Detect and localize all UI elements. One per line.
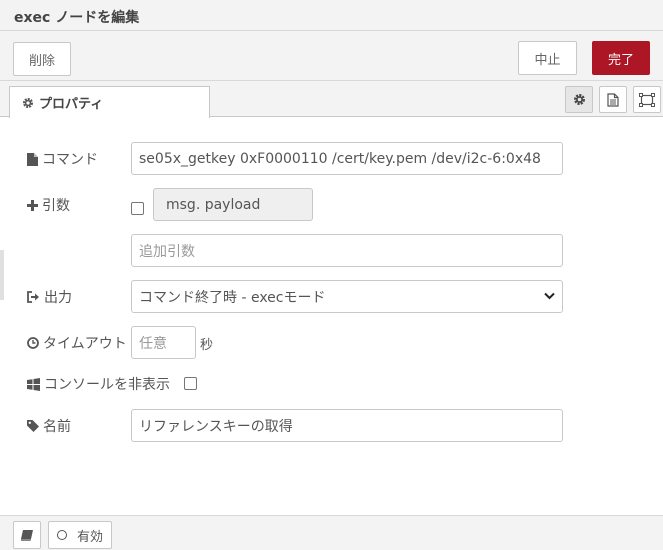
append-payload-checkbox[interactable]	[131, 202, 144, 215]
command-input[interactable]: se05x_getkey 0xF0000110 /cert/key.pem /d…	[131, 142, 563, 175]
file-icon	[27, 152, 38, 166]
tab-settings[interactable]	[565, 86, 593, 113]
output-selected-value: コマンド終了時 - execモード	[139, 289, 326, 306]
tabs-bar: プロパティ	[0, 81, 663, 118]
tray-header: exec ノードを編集	[0, 0, 663, 31]
name-label-text: 名前	[43, 419, 71, 435]
append-label: 引数	[27, 195, 70, 215]
resize-handle[interactable]	[0, 250, 4, 300]
tab-appearance[interactable]	[633, 86, 661, 113]
clock-icon	[27, 337, 39, 349]
output-label-text: 出力	[44, 290, 72, 306]
tray-toolbar: 削除 中止 完了	[0, 31, 663, 81]
circle-icon	[56, 530, 67, 540]
tag-icon	[27, 420, 39, 432]
timeout-label-text: タイムアウト	[43, 336, 127, 352]
timeout-unit: 秒	[200, 338, 214, 353]
output-select[interactable]: コマンド終了時 - execモード	[131, 280, 563, 313]
extra-args-input[interactable]: 追加引数	[131, 234, 563, 267]
tab-description[interactable]	[599, 86, 627, 113]
file-text-icon	[607, 92, 619, 107]
gear-icon	[22, 97, 34, 108]
payload-field: msg. payload	[153, 188, 313, 221]
done-button[interactable]: 完了	[592, 41, 650, 75]
tab-properties[interactable]: プロパティ	[9, 86, 210, 118]
enable-toggle[interactable]: 有効	[48, 521, 112, 549]
chevron-down-icon	[544, 292, 555, 300]
command-label-text: コマンド	[42, 152, 98, 168]
timeout-label: タイムアウト	[27, 333, 127, 353]
tab-properties-label: プロパティ	[39, 97, 104, 112]
gear-icon	[573, 94, 585, 105]
hide-console-label: コンソールを非表示	[27, 374, 170, 394]
name-label: 名前	[27, 416, 71, 436]
frame-icon	[639, 92, 655, 107]
hide-console-checkbox[interactable]	[184, 377, 197, 390]
book-icon	[21, 529, 33, 541]
node-help-button[interactable]	[13, 521, 41, 549]
command-label: コマンド	[27, 149, 98, 169]
timeout-input[interactable]: 任意	[131, 326, 196, 359]
output-label: 出力	[27, 287, 72, 307]
plus-icon	[27, 199, 38, 211]
tray-footer: 有効	[0, 515, 663, 550]
append-label-text: 引数	[42, 198, 70, 214]
windows-icon	[27, 377, 40, 391]
name-input[interactable]: リファレンスキーの取得	[131, 409, 563, 442]
hide-console-label-text: コンソールを非表示	[44, 377, 170, 393]
tray-title: exec ノードを編集	[14, 10, 140, 26]
delete-button[interactable]: 削除	[13, 42, 71, 76]
enable-label: 有効	[76, 529, 103, 545]
sign-out-icon	[27, 291, 39, 303]
cancel-button[interactable]: 中止	[518, 41, 577, 75]
